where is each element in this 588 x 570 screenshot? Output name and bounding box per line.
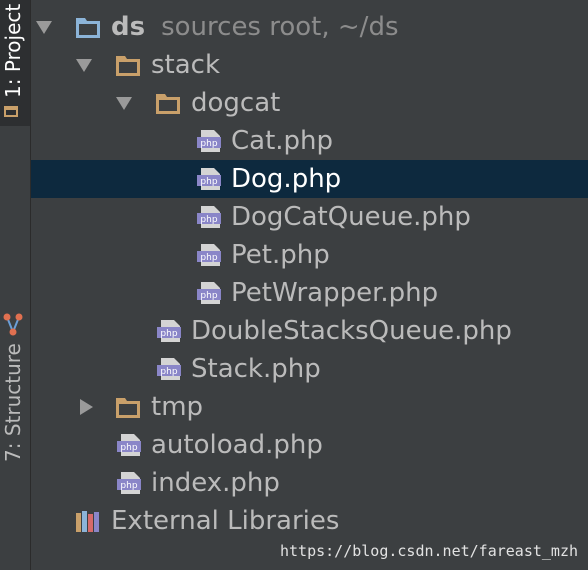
tree-file-pet[interactable]: php Pet.php xyxy=(31,236,588,274)
tool-window-strip: 1: Project 7: Structure xyxy=(0,0,31,570)
folder-label-tmp: tmp xyxy=(151,392,204,422)
php-badge: php xyxy=(200,177,217,187)
structure-tab-label: 7: Structure xyxy=(1,343,25,462)
tree-file-dogcatqueue[interactable]: php DogCatQueue.php xyxy=(31,198,588,236)
folder-icon xyxy=(116,56,140,76)
structure-icon xyxy=(3,313,23,336)
project-tab-label: 1: Project xyxy=(1,3,25,98)
external-libraries-label: External Libraries xyxy=(111,506,340,536)
folder-label-dogcat: dogcat xyxy=(191,88,281,118)
folder-icon xyxy=(4,106,18,117)
project-tool-tab[interactable]: 1: Project xyxy=(0,0,30,126)
php-file-icon: php xyxy=(157,358,181,380)
tree-file-cat[interactable]: php Cat.php xyxy=(31,122,588,160)
file-label: Pet.php xyxy=(231,240,330,270)
source-root-folder-icon xyxy=(76,18,100,38)
file-label: PetWrapper.php xyxy=(231,278,439,308)
file-label: Stack.php xyxy=(191,354,321,384)
php-file-icon: php xyxy=(197,282,221,304)
php-file-icon: php xyxy=(117,472,141,494)
tree-file-doublestacksqueue[interactable]: php DoubleStacksQueue.php xyxy=(31,312,588,350)
php-file-icon: php xyxy=(197,130,221,152)
file-label: Dog.php xyxy=(231,164,342,194)
file-label: autoload.php xyxy=(151,430,323,460)
collapse-arrow-icon[interactable] xyxy=(77,398,95,416)
php-file-icon: php xyxy=(117,434,141,456)
root-folder-label: ds sources root, ~/ds xyxy=(111,12,399,42)
tree-node-root[interactable]: ds sources root, ~/ds xyxy=(31,8,588,46)
expand-arrow-icon[interactable] xyxy=(75,56,93,74)
expand-arrow-icon[interactable] xyxy=(35,18,53,36)
folder-label-stack: stack xyxy=(151,50,221,80)
watermark: https://blog.csdn.net/fareast_mzh xyxy=(279,542,578,560)
php-badge: php xyxy=(160,367,177,377)
php-badge: php xyxy=(160,329,177,339)
tree-file-autoload[interactable]: php autoload.php xyxy=(31,426,588,464)
php-badge: php xyxy=(120,443,137,453)
tree-file-stack[interactable]: php Stack.php xyxy=(31,350,588,388)
php-file-icon: php xyxy=(197,244,221,266)
project-tree: ds sources root, ~/ds stack dogcat php Ca… xyxy=(31,0,588,570)
php-badge: php xyxy=(200,215,217,225)
file-label: index.php xyxy=(151,468,280,498)
php-badge: php xyxy=(200,139,217,149)
tree-node-dogcat[interactable]: dogcat xyxy=(31,84,588,122)
tree-node-stack[interactable]: stack xyxy=(31,46,588,84)
tree-node-external-libraries[interactable]: External Libraries xyxy=(31,502,588,540)
php-badge: php xyxy=(200,291,217,301)
php-badge: php xyxy=(120,481,137,491)
php-file-icon: php xyxy=(197,168,221,190)
structure-tool-tab[interactable]: 7: Structure xyxy=(0,160,30,462)
tree-file-index[interactable]: php index.php xyxy=(31,464,588,502)
tree-node-tmp[interactable]: tmp xyxy=(31,388,588,426)
folder-icon xyxy=(116,398,140,418)
root-folder-name: ds xyxy=(111,12,146,42)
expand-arrow-icon[interactable] xyxy=(115,94,133,112)
tree-file-petwrapper[interactable]: php PetWrapper.php xyxy=(31,274,588,312)
file-label: Cat.php xyxy=(231,126,334,156)
external-libraries-icon xyxy=(76,511,99,532)
tree-file-dog[interactable]: php Dog.php xyxy=(31,160,588,198)
folder-icon xyxy=(156,94,180,114)
php-file-icon: php xyxy=(157,320,181,342)
php-badge: php xyxy=(200,253,217,263)
root-folder-hint: sources root, ~/ds xyxy=(161,12,399,42)
file-label: DoubleStacksQueue.php xyxy=(191,316,512,346)
php-file-icon: php xyxy=(197,206,221,228)
file-label: DogCatQueue.php xyxy=(231,202,471,232)
